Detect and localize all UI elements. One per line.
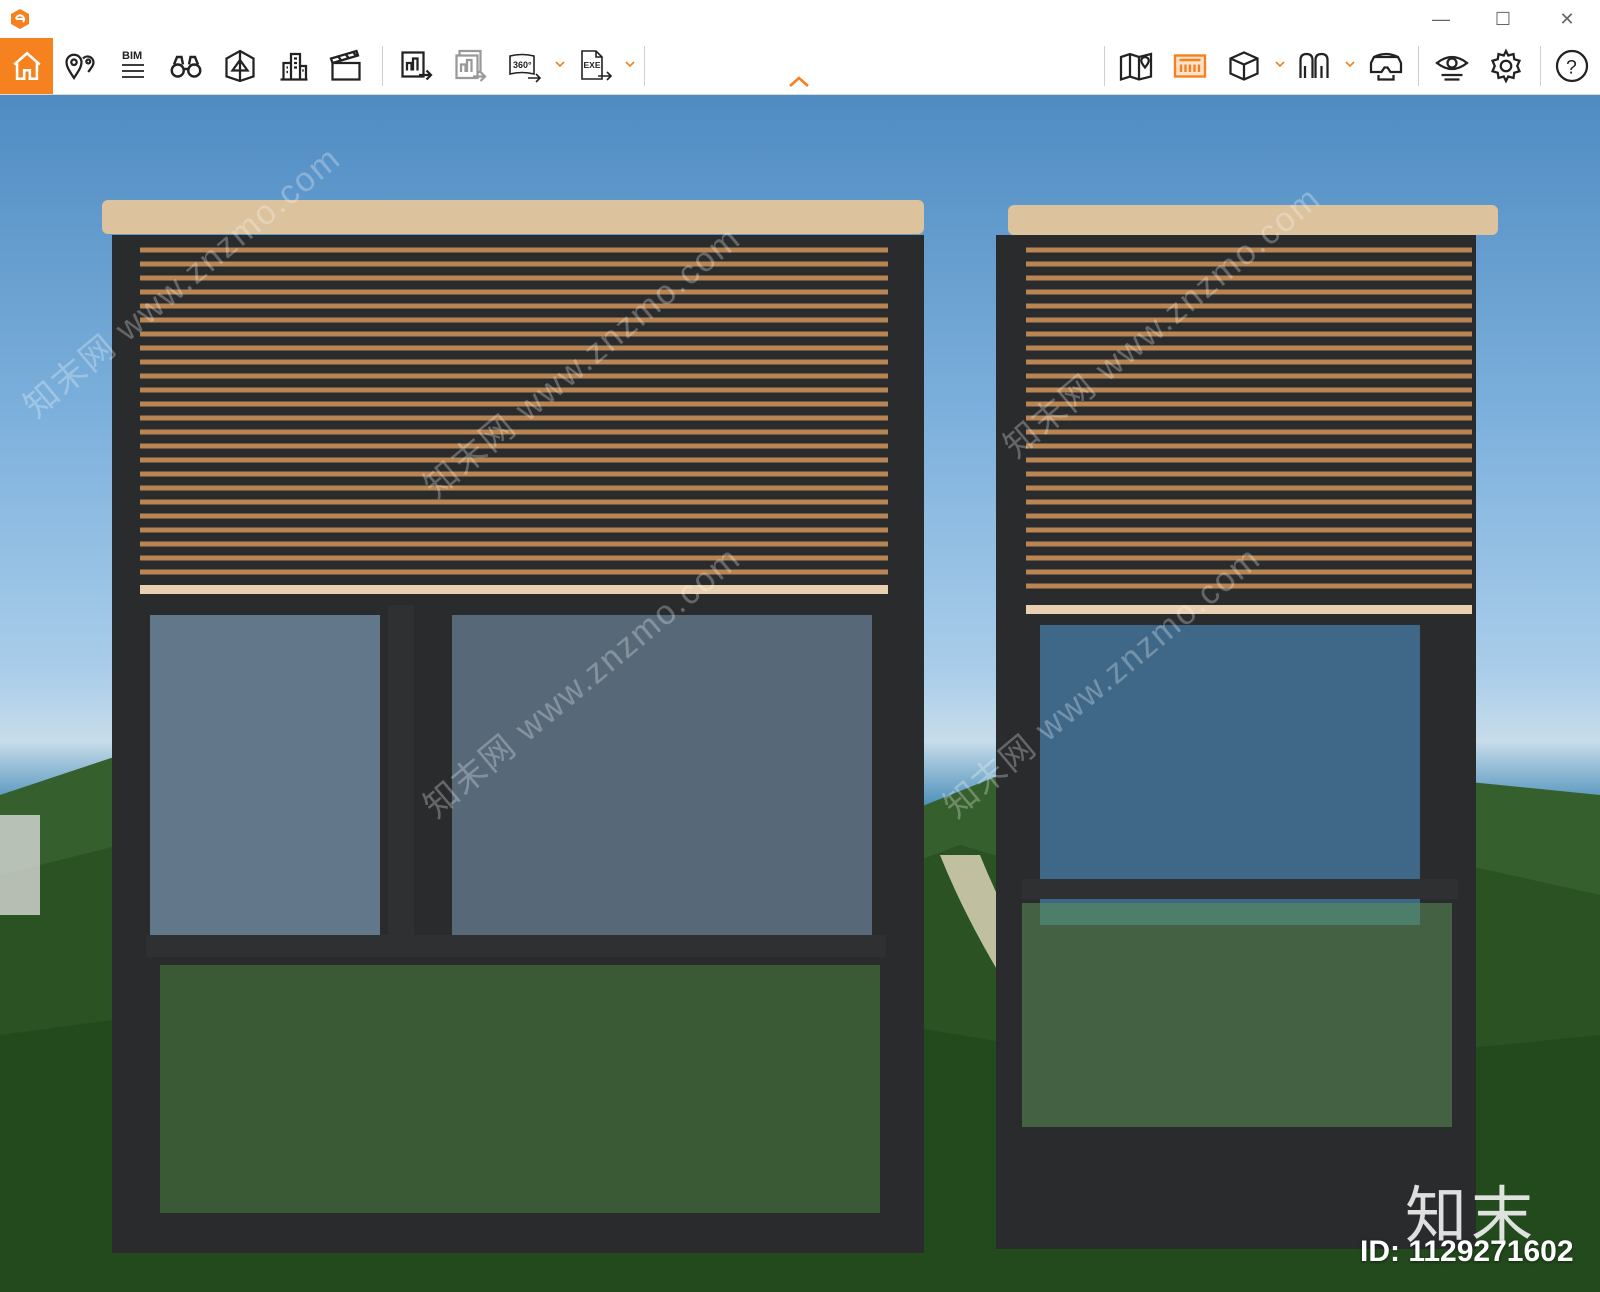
building-perspective-icon xyxy=(225,49,255,83)
window-render xyxy=(102,200,1498,1253)
visibility-button[interactable] xyxy=(1428,42,1476,90)
plan-view-button[interactable] xyxy=(1166,42,1214,90)
toolbar-separator xyxy=(1418,46,1419,86)
bim-button[interactable]: BIM xyxy=(108,42,156,90)
large-window-model xyxy=(102,200,924,1253)
cube-icon xyxy=(1229,51,1259,81)
minimize-button[interactable]: — xyxy=(1418,4,1464,34)
cube-button[interactable] xyxy=(1220,42,1268,90)
close-button[interactable]: ✕ xyxy=(1544,4,1590,34)
location-button[interactable] xyxy=(56,42,104,90)
map-pin-icon xyxy=(65,53,95,81)
home-icon xyxy=(12,51,41,81)
app-logo-icon xyxy=(11,9,29,29)
buildings-button[interactable] xyxy=(270,42,318,90)
binoculars-icon xyxy=(170,55,202,78)
bim-icon: BIM xyxy=(122,50,144,78)
export-360-icon: 360° xyxy=(509,53,542,83)
cube-dropdown-arrow[interactable] xyxy=(1274,58,1286,70)
svg-text:360°: 360° xyxy=(513,60,532,70)
main-toolbar: BIM 360° EXE ? xyxy=(0,38,1600,95)
walk-figures-dropdown-arrow[interactable] xyxy=(1344,58,1356,70)
vr-headset-icon xyxy=(1369,52,1403,81)
vr-headset-button[interactable] xyxy=(1362,42,1410,90)
help-icon: ? xyxy=(1555,49,1589,83)
plan-view-icon xyxy=(1173,54,1207,78)
svg-text:?: ? xyxy=(1566,57,1577,79)
export-exe-dropdown-arrow[interactable] xyxy=(624,58,636,70)
buildings-icon xyxy=(280,52,308,81)
toolbar-separator xyxy=(382,46,383,86)
gear-icon xyxy=(1490,48,1522,84)
map-button[interactable] xyxy=(1112,42,1160,90)
binoculars-button[interactable] xyxy=(162,42,210,90)
eye-icon xyxy=(1435,55,1469,81)
clapperboard-button[interactable] xyxy=(322,42,370,90)
export-image-button[interactable] xyxy=(392,42,440,90)
map-icon xyxy=(1119,52,1153,82)
maximize-button[interactable]: ☐ xyxy=(1480,4,1526,34)
render-viewport[interactable]: 知末网 www.znzmo.com 知末网 www.znzmo.com 知末网 … xyxy=(0,95,1600,1292)
export-exe-button[interactable]: EXE xyxy=(572,42,620,90)
small-window-model xyxy=(996,205,1498,1249)
walk-figures-button[interactable] xyxy=(1290,42,1338,90)
walk-figures-icon xyxy=(1299,52,1329,78)
model-id-label: ID: 1129271602 xyxy=(1360,1235,1574,1268)
svg-text:BIM: BIM xyxy=(122,50,142,62)
toolbar-separator xyxy=(1540,46,1541,86)
title-bar: — ☐ ✕ xyxy=(0,0,1600,38)
export-360-button[interactable]: 360° xyxy=(500,42,548,90)
clapperboard-icon xyxy=(329,49,361,81)
export-batch-icon xyxy=(455,49,487,82)
toolbar-separator xyxy=(644,46,645,86)
help-button[interactable]: ? xyxy=(1548,42,1596,90)
toolbar-separator xyxy=(1104,46,1105,86)
collapse-toolbar-chevron-icon[interactable] xyxy=(786,72,812,90)
svg-text:EXE: EXE xyxy=(584,60,601,70)
home-button[interactable] xyxy=(0,38,53,94)
building-perspective-button[interactable] xyxy=(216,42,264,90)
export-360-dropdown-arrow[interactable] xyxy=(554,58,566,70)
export-image-icon xyxy=(401,51,433,81)
settings-button[interactable] xyxy=(1482,42,1530,90)
export-exe-icon: EXE xyxy=(581,50,613,81)
export-batch-button[interactable] xyxy=(446,42,494,90)
